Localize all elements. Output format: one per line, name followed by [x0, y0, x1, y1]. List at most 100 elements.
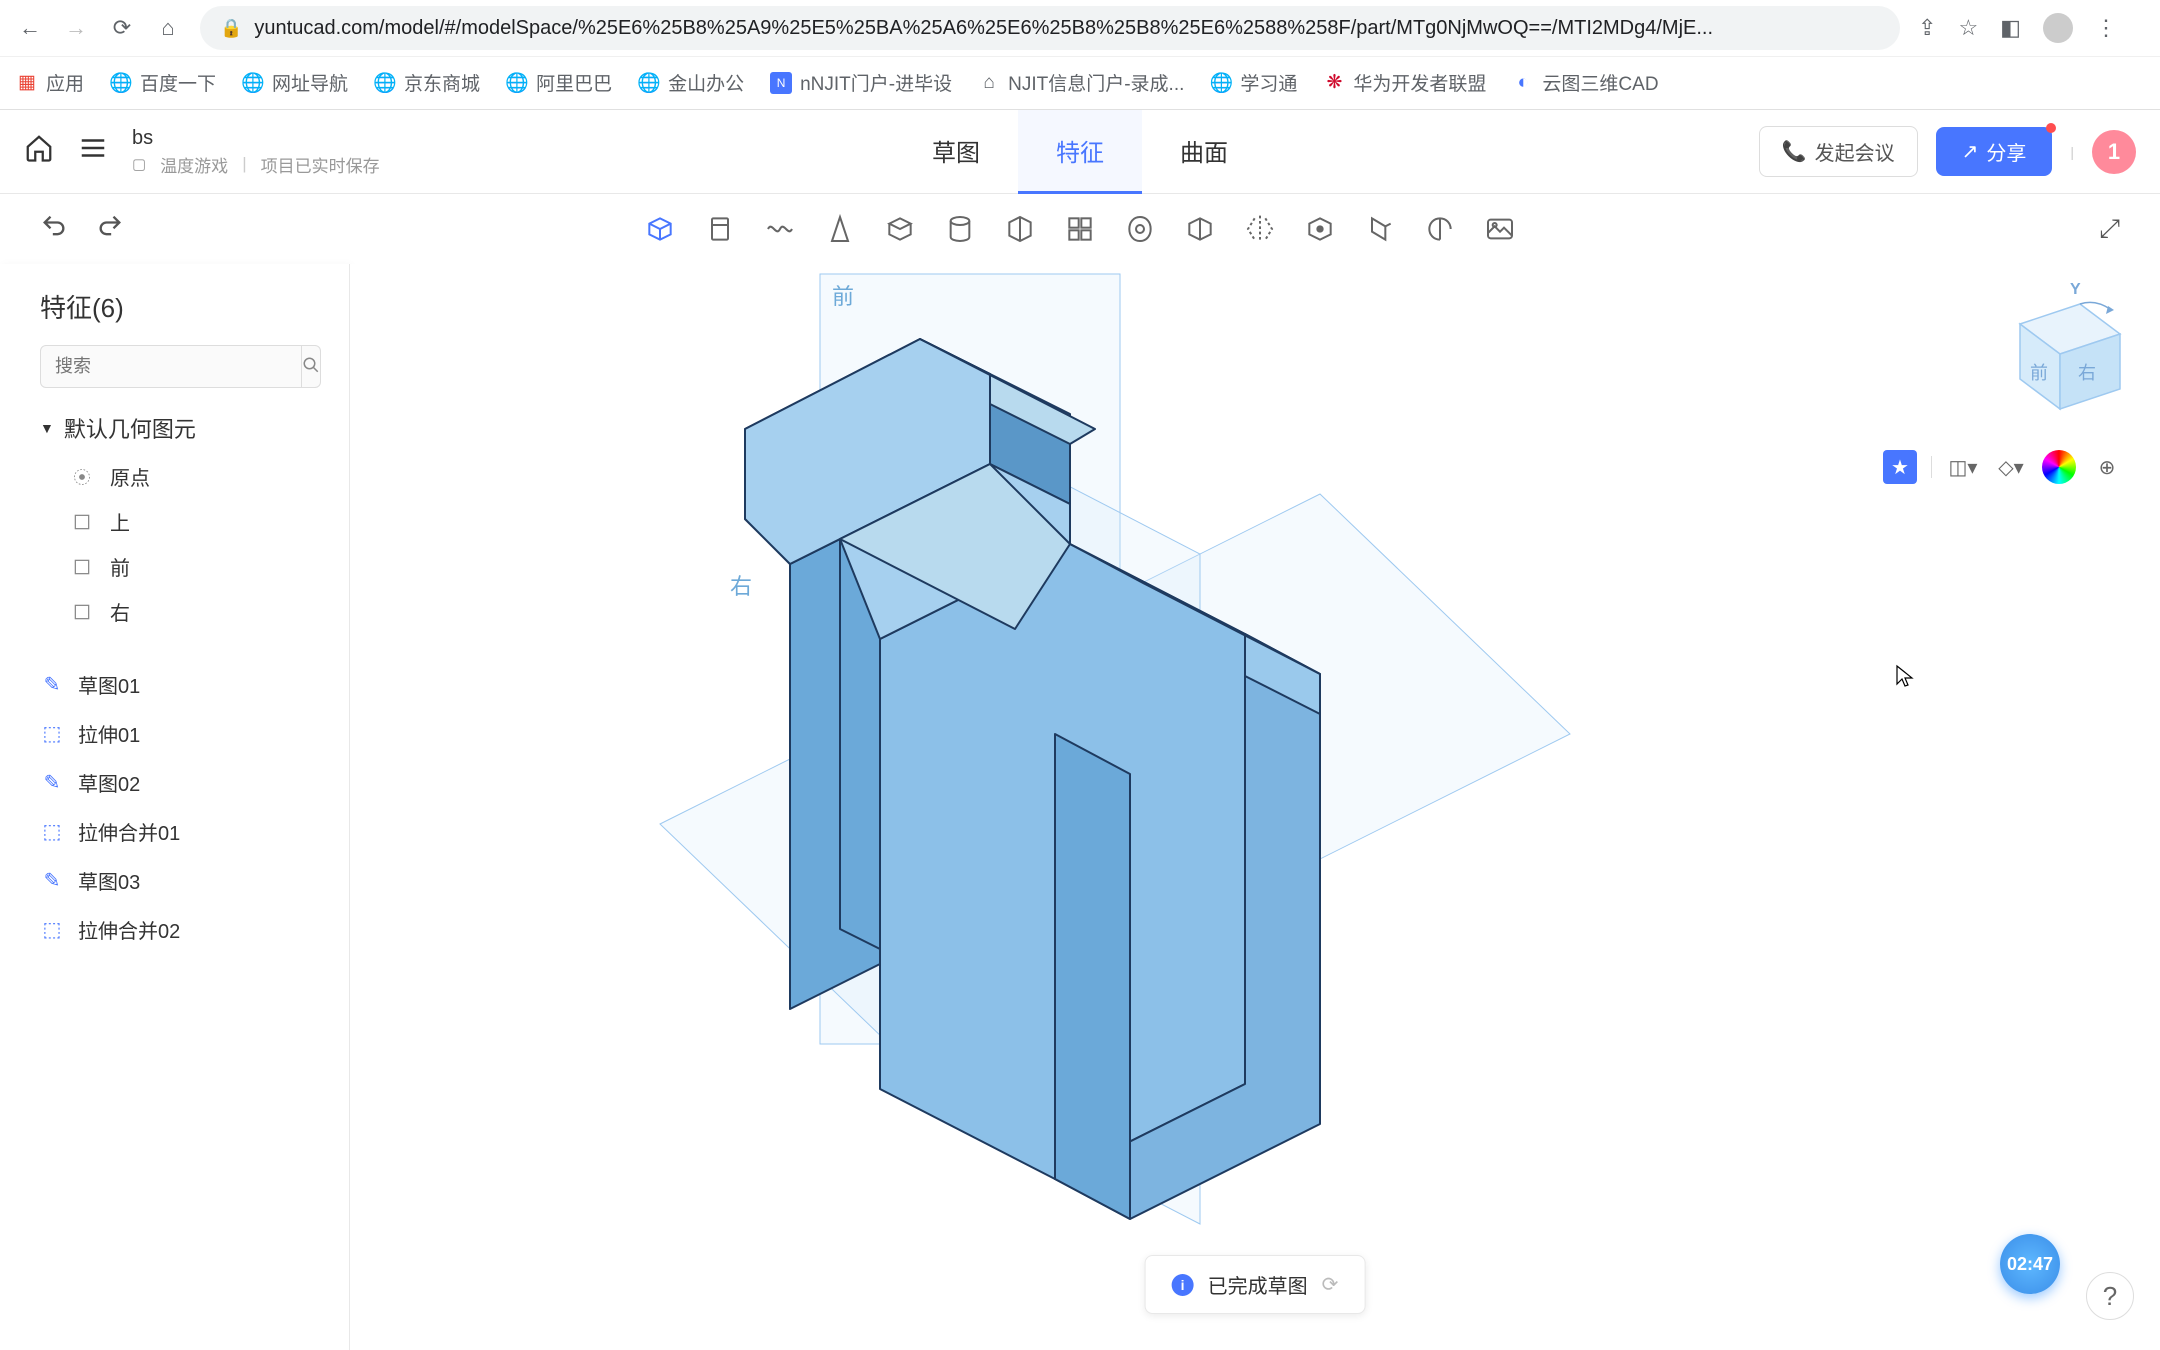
shell-tool-icon[interactable] [940, 209, 980, 249]
plane-icon [70, 510, 94, 534]
search-input[interactable] [40, 345, 302, 388]
svg-text:右: 右 [730, 574, 752, 599]
split-tool-icon[interactable] [1420, 209, 1460, 249]
view-cube[interactable]: Y 前 右 [1970, 274, 2130, 434]
search-button[interactable] [302, 345, 321, 388]
home-icon: ⌂ [978, 72, 1000, 94]
redo-button[interactable] [96, 212, 124, 247]
bookmark-apps[interactable]: ▦应用 [16, 69, 84, 96]
draft-tool-icon[interactable] [1120, 209, 1160, 249]
share-button[interactable]: ↗ 分享 [1936, 127, 2053, 176]
tab-surface[interactable]: 曲面 [1142, 110, 1266, 194]
panel-title: 特征(6) [0, 288, 349, 345]
thicken-tool-icon[interactable] [880, 209, 920, 249]
folder-name[interactable]: 温度游戏 [160, 152, 228, 177]
browser-home-button[interactable]: ⌂ [154, 14, 182, 42]
star-icon[interactable]: ☆ [1958, 15, 1978, 41]
appearance-icon[interactable] [2042, 450, 2076, 484]
view-controls: ★ ◫▾ ◇▾ ⊕ [1877, 444, 2130, 490]
caret-down-icon: ▼ [40, 420, 54, 436]
tree-item-top-plane[interactable]: 上 [70, 499, 309, 544]
fillet-tool-icon[interactable] [1000, 209, 1040, 249]
feature-sketch02[interactable]: ✎草图02 [40, 758, 309, 807]
globe-icon: 🌐 [506, 72, 528, 94]
square-icon: N [770, 72, 792, 94]
extrude-icon: ⬚ [40, 820, 64, 844]
feature-extrude-merge01[interactable]: ⬚拉伸合并01 [40, 807, 309, 856]
tree-item-front-plane[interactable]: 前 [70, 544, 309, 589]
globe-icon: 🌐 [638, 72, 660, 94]
huawei-icon: ❋ [1323, 72, 1345, 94]
status-message: 已完成草图 [1208, 1270, 1308, 1299]
bookmark-yuntucad[interactable]: ◐云图三维CAD [1512, 69, 1658, 96]
feature-sketch03[interactable]: ✎草图03 [40, 856, 309, 905]
bookmark-view-icon[interactable]: ★ [1883, 450, 1917, 484]
mirror-tool-icon[interactable] [1240, 209, 1280, 249]
sweep-tool-icon[interactable] [760, 209, 800, 249]
revolve-tool-icon[interactable] [700, 209, 740, 249]
feature-toolbar: ⤢ [0, 194, 2160, 264]
image-tool-icon[interactable] [1480, 209, 1520, 249]
tab-feature[interactable]: 特征 [1018, 110, 1142, 194]
chamfer-tool-icon[interactable] [1060, 209, 1100, 249]
svg-text:前: 前 [2030, 363, 2048, 383]
user-avatar[interactable]: 1 [2092, 130, 2136, 174]
help-button[interactable]: ? [2086, 1272, 2134, 1320]
address-bar[interactable]: 🔒 yuntucad.com/model/#/modelSpace/%25E6%… [200, 6, 1900, 50]
kebab-menu-icon[interactable]: ⋮ [2095, 15, 2117, 41]
pattern-tool-icon[interactable] [1300, 209, 1340, 249]
bookmark-huawei[interactable]: ❋华为开发者联盟 [1323, 69, 1486, 96]
feature-extrude01[interactable]: ⬚拉伸01 [40, 709, 309, 758]
info-icon: i [1172, 1274, 1194, 1296]
extrude-tool-icon[interactable] [640, 209, 680, 249]
yuntu-icon: ◐ [1512, 72, 1534, 94]
bookmark-njit1[interactable]: NnNJIT门户-进毕设 [770, 69, 952, 96]
3d-viewport[interactable]: 前 右 [350, 264, 2160, 1350]
notification-dot [2046, 123, 2056, 133]
rib-tool-icon[interactable] [1180, 209, 1220, 249]
bookmark-nav[interactable]: 🌐网址导航 [242, 69, 348, 96]
bookmark-jd[interactable]: 🌐京东商城 [374, 69, 480, 96]
sketch-icon: ✎ [40, 673, 64, 697]
reload-button[interactable]: ⟳ [108, 14, 136, 42]
svg-text:前: 前 [832, 284, 854, 309]
bookmark-baidu[interactable]: 🌐百度一下 [110, 69, 216, 96]
sidepanel-icon[interactable]: ◧ [2000, 15, 2021, 41]
document-title[interactable]: bs [132, 127, 380, 150]
feature-sketch01[interactable]: ✎草图01 [40, 660, 309, 709]
edge-view-icon[interactable]: ◇▾ [1994, 450, 2028, 484]
bookmark-njit2[interactable]: ⌂NJIT信息门户-录成... [978, 69, 1184, 96]
plane-icon [70, 555, 94, 579]
forward-button[interactable]: → [62, 14, 90, 42]
feature-extrude-merge02[interactable]: ⬚拉伸合并02 [40, 905, 309, 954]
boolean-tool-icon[interactable] [1360, 209, 1400, 249]
start-meeting-button[interactable]: 📞 发起会议 [1759, 126, 1918, 177]
loft-tool-icon[interactable] [820, 209, 860, 249]
timer-badge[interactable]: 02:47 [2000, 1234, 2060, 1294]
undo-button[interactable] [40, 212, 68, 247]
globe-icon: 🌐 [1210, 72, 1232, 94]
back-button[interactable]: ← [16, 14, 44, 42]
tree-item-right-plane[interactable]: 右 [70, 589, 309, 634]
default-geometry-group[interactable]: ▼ 默认几何图元 [40, 412, 309, 444]
app-home-icon[interactable] [24, 133, 54, 171]
profile-icon[interactable] [2043, 13, 2073, 43]
bookmark-wps[interactable]: 🌐金山办公 [638, 69, 744, 96]
folder-icon: ▢ [132, 155, 146, 173]
feature-tree-panel: 特征(6) ▼ 默认几何图元 原点 上 [0, 264, 350, 1350]
svg-text:右: 右 [2078, 363, 2096, 383]
share-url-icon[interactable]: ⇪ [1918, 15, 1936, 41]
browser-chrome: ← → ⟳ ⌂ 🔒 yuntucad.com/model/#/modelSpac… [0, 0, 2160, 110]
extrude-icon: ⬚ [40, 918, 64, 942]
fullscreen-icon[interactable]: ⤢ [2099, 213, 2120, 245]
tab-sketch[interactable]: 草图 [894, 110, 1018, 194]
bookmark-xuexitong[interactable]: 🌐学习通 [1210, 69, 1297, 96]
tree-item-origin[interactable]: 原点 [70, 454, 309, 499]
cube-view-icon[interactable]: ◫▾ [1946, 450, 1980, 484]
bookmark-alibaba[interactable]: 🌐阿里巴巴 [506, 69, 612, 96]
target-view-icon[interactable]: ⊕ [2090, 450, 2124, 484]
share-icon: ↗ [1962, 139, 1979, 164]
globe-icon: 🌐 [110, 72, 132, 94]
hamburger-menu-icon[interactable] [78, 133, 108, 171]
extrude-icon: ⬚ [40, 722, 64, 746]
